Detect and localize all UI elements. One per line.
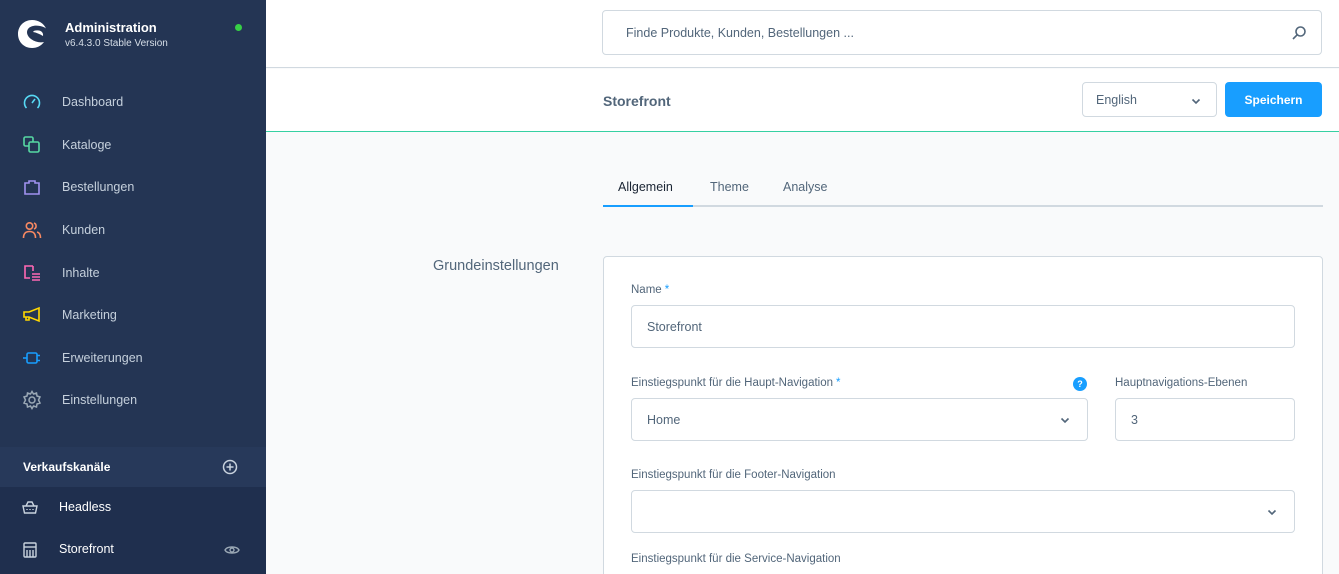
nav-levels-field[interactable] <box>1115 398 1295 441</box>
help-icon[interactable]: ? <box>1073 377 1087 391</box>
app-title: Administration <box>65 20 157 35</box>
sales-channel-label: Headless <box>59 500 112 514</box>
footer-nav-label: Einstiegspunkt für die Footer-Navigation <box>631 469 836 481</box>
sidebar-item-einstellungen[interactable]: Einstellungen <box>0 379 266 421</box>
gear-icon <box>22 390 42 410</box>
sales-channel-list: Headless Storefront <box>0 487 266 574</box>
chevron-down-icon <box>1267 509 1277 516</box>
footer-nav-select[interactable] <box>631 490 1295 533</box>
plug-icon <box>22 348 42 368</box>
main-nav-label-text: Einstiegspunkt für die Haupt-Navigation <box>631 377 834 389</box>
nav-levels-label: Hauptnavigations-Ebenen <box>1115 377 1248 389</box>
tab-analyse[interactable]: Analyse <box>783 180 827 194</box>
name-field[interactable] <box>631 305 1295 348</box>
sidebar-item-label: Inhalte <box>62 266 100 280</box>
sidebar-item-dashboard[interactable]: Dashboard <box>0 81 266 123</box>
shopping-bag-icon <box>22 177 42 197</box>
tab-bar: Allgemein Theme Analyse <box>603 170 1323 207</box>
page-title: Storefront <box>603 93 671 109</box>
required-marker: * <box>664 284 670 296</box>
chevron-down-icon <box>1191 98 1201 105</box>
section-title: Grundeinstellungen <box>433 258 559 274</box>
search-input[interactable] <box>603 11 1321 54</box>
shopware-logo-icon[interactable] <box>16 18 48 50</box>
chevron-down-icon <box>1060 417 1070 424</box>
required-marker: * <box>836 377 841 389</box>
brand-header: Administration v6.4.3.0 Stable Version <box>0 0 266 80</box>
main-nav-value: Home <box>647 413 681 427</box>
sidebar-item-inhalte[interactable]: Inhalte <box>0 252 266 294</box>
sidebar-item-label: Einstellungen <box>62 393 138 407</box>
name-label: Name * <box>631 284 669 296</box>
sidebar: Administration v6.4.3.0 Stable Version D… <box>0 0 266 574</box>
sidebar-item-label: Erweiterungen <box>62 351 143 365</box>
main-nav-label: Einstiegspunkt für die Haupt-Navigation * <box>631 377 841 389</box>
sidebar-item-label: Kunden <box>62 223 106 237</box>
tab-allgemein[interactable]: Allgemein <box>618 180 673 194</box>
eye-icon[interactable] <box>224 543 240 557</box>
status-indicator <box>235 24 242 31</box>
sidebar-item-marketing[interactable]: Marketing <box>0 294 266 336</box>
content-icon <box>22 263 42 283</box>
sidebar-item-kunden[interactable]: Kunden <box>0 209 266 251</box>
sidebar-item-kataloge[interactable]: Kataloge <box>0 124 266 166</box>
add-sales-channel-icon[interactable] <box>222 459 238 475</box>
sales-channels-title: Verkaufskanäle <box>23 460 111 474</box>
search-icon[interactable] <box>1291 25 1307 41</box>
app-version: v6.4.3.0 Stable Version <box>65 38 168 49</box>
save-button[interactable]: Speichern <box>1225 82 1322 117</box>
users-icon <box>22 220 42 240</box>
global-search[interactable] <box>602 10 1322 55</box>
sales-channel-storefront[interactable]: Storefront <box>0 529 266 571</box>
main-nav-select[interactable]: Home <box>631 398 1088 441</box>
sidebar-item-erweiterungen[interactable]: Erweiterungen <box>0 337 266 379</box>
sidebar-item-bestellungen[interactable]: Bestellungen <box>0 166 266 208</box>
megaphone-icon <box>22 305 42 325</box>
storefront-icon <box>23 542 37 558</box>
sidebar-item-label: Marketing <box>62 308 117 322</box>
sales-channels-header: Verkaufskanäle <box>0 447 266 487</box>
service-nav-label: Einstiegspunkt für die Service-Navigatio… <box>631 553 841 565</box>
name-label-text: Name <box>631 284 662 296</box>
dashboard-icon <box>22 92 42 112</box>
catalog-icon <box>22 135 42 155</box>
top-bar <box>266 0 1339 68</box>
language-switch[interactable]: English <box>1082 82 1217 117</box>
language-value: English <box>1096 93 1137 107</box>
name-input[interactable] <box>632 306 1294 347</box>
sales-channel-headless[interactable]: Headless <box>0 487 266 529</box>
active-tab-indicator <box>603 205 693 207</box>
sidebar-item-label: Kataloge <box>62 138 112 152</box>
sidebar-item-label: Dashboard <box>62 95 124 109</box>
sidebar-item-label: Bestellungen <box>62 180 135 194</box>
settings-card: Name* Einstiegspunkt für die Haupt-Navig… <box>603 256 1323 574</box>
smart-bar: Storefront English Speichern <box>266 69 1339 132</box>
sales-channel-label: Storefront <box>59 542 114 556</box>
tab-theme[interactable]: Theme <box>710 180 749 194</box>
basket-icon <box>22 501 38 514</box>
nav-levels-input[interactable] <box>1116 399 1294 440</box>
